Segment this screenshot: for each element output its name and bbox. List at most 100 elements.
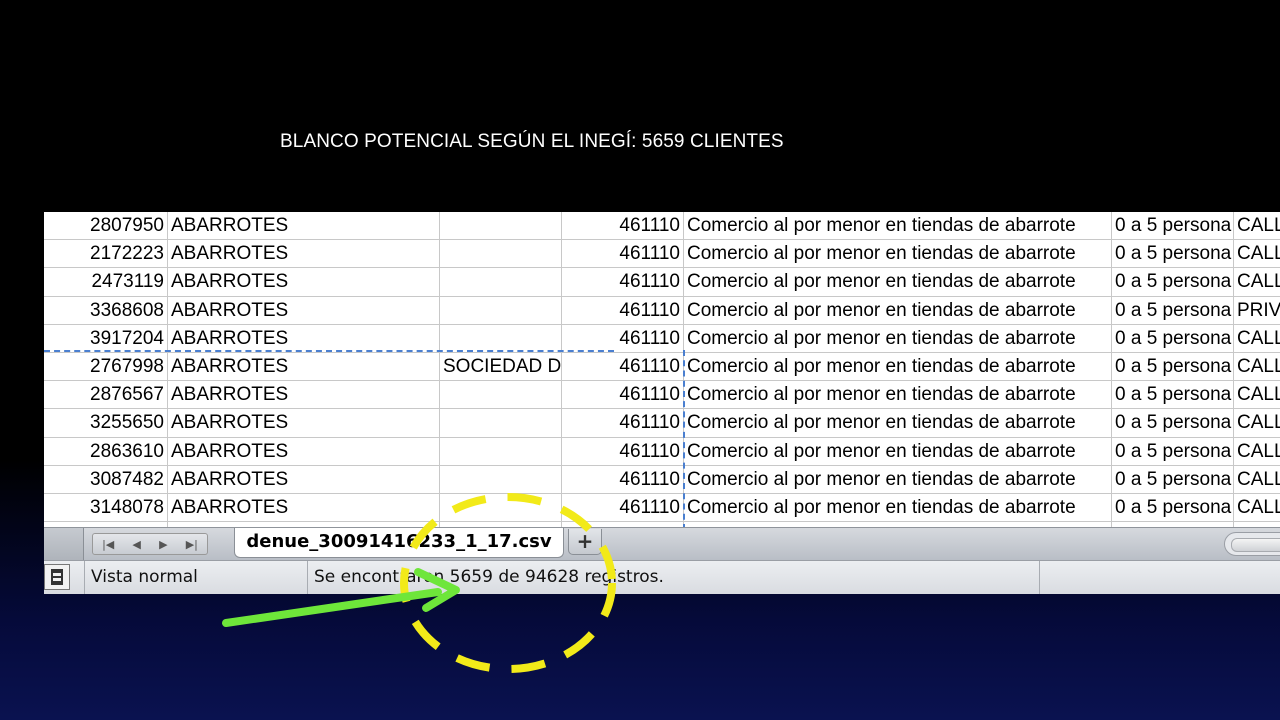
cell-id[interactable]: 3087482 [44,465,168,493]
table-row[interactable]: 2876567 ABARROTES 461110 Comercio al por me… [44,381,1280,410]
cell-employees[interactable]: 0 a 5 persona [1112,324,1234,352]
cell-company[interactable] [440,240,562,268]
cell-activity[interactable]: Comercio al por menor en tiendas de abar… [684,240,1112,268]
cell-code[interactable]: 461110 [562,494,684,522]
cell-employees[interactable]: 0 a 5 persona [1112,353,1234,381]
cell-id[interactable]: 3917204 [44,324,168,352]
cell-name[interactable]: ABARROTES [168,268,440,296]
cell-employees[interactable]: 0 a 5 persona [1112,268,1234,296]
table-row[interactable]: 2172223 ABARROTES 461110 Comercio al por me… [44,240,1280,269]
cell-name[interactable]: ABARROTES [168,465,440,493]
cell-employees[interactable]: 0 a 5 persona [1112,212,1234,240]
cell-road[interactable]: PRIV [1234,297,1280,324]
cell-road[interactable]: CALL [1234,268,1280,295]
cell-road[interactable]: CALL [1234,438,1280,465]
cell-activity[interactable]: Comercio al por menor en tiendas de abar… [684,268,1112,296]
cell-code[interactable]: 461110 [562,409,684,437]
cell-road[interactable]: CALL [1234,494,1280,521]
cell-name[interactable]: ABARROTES [168,353,440,381]
cell-company[interactable] [440,381,562,409]
cell-company[interactable] [440,296,562,324]
cell-id[interactable]: 3368608 [44,296,168,324]
cell-name[interactable]: ABARROTES [168,381,440,409]
view-mode-label[interactable]: Vista normal [84,561,308,594]
cell-employees[interactable]: 0 a 5 persona [1112,409,1234,437]
table-row[interactable]: 3255650 ABARROTES 461110 Comercio al por me… [44,409,1280,438]
cell-road[interactable]: CALL [1234,381,1280,408]
cell-name[interactable]: ABARROTES [168,437,440,465]
cell-road[interactable]: CALL [1234,353,1280,380]
cell-road[interactable]: CALL [1234,212,1280,239]
table-row[interactable]: 3917204 ABARROTES 461110 Comercio al por me… [44,324,1280,353]
cell-code[interactable]: 461110 [562,465,684,493]
cell-id[interactable]: 3255650 [44,409,168,437]
cell-activity[interactable]: Comercio al por menor en tiendas de abar… [684,353,1112,381]
table-row[interactable]: 3087482 ABARROTES 461110 Comercio al por me… [44,465,1280,494]
cell-company[interactable] [440,212,562,240]
cell-code[interactable]: 461110 [562,437,684,465]
cell-road[interactable]: CALL [1234,409,1280,436]
cell-company[interactable] [440,494,562,522]
spreadsheet-grid[interactable]: 2807950 ABARROTES 461110 Comercio al por me… [44,212,1280,527]
cell-activity[interactable]: Comercio al por menor en tiendas de abar… [684,296,1112,324]
cell-name[interactable]: ABARROTES [168,212,440,240]
sheet-nav-first-icon[interactable]: |◀ [102,538,114,551]
sheet-nav-prev-icon[interactable]: ◀ [132,538,140,551]
table-row[interactable]: 2863610 ABARROTES 461110 Comercio al por me… [44,437,1280,466]
table-row[interactable]: 3368608 ABARROTES 461110 Comercio al por me… [44,296,1280,325]
sheet-tab[interactable]: denue_30091416233_1_17.csv [234,528,564,558]
cell-id[interactable]: 2473119 [44,268,168,296]
cell-id[interactable]: 2172223 [44,240,168,268]
cell-company[interactable] [440,409,562,437]
page-layout-icon[interactable] [44,564,70,590]
cell-company[interactable] [440,465,562,493]
scrollbar-thumb[interactable] [1231,538,1280,552]
cell-id[interactable]: 2876567 [44,381,168,409]
cell-employees[interactable]: 0 a 5 persona [1112,240,1234,268]
cell-activity[interactable]: Comercio al por menor en tiendas de abar… [684,324,1112,352]
cell-code[interactable]: 461110 [562,296,684,324]
cell-activity[interactable]: Comercio al por menor en tiendas de abar… [684,494,1112,522]
cell-code[interactable]: 461110 [562,212,684,240]
cell-road[interactable]: CALL [1234,466,1280,493]
cell-id[interactable]: 3148078 [44,494,168,522]
cell-company[interactable]: SOCIEDAD DI [440,353,562,381]
cell-road[interactable]: CALL [1234,325,1280,352]
cell-id[interactable]: 2807950 [44,212,168,240]
add-sheet-button[interactable]: + [568,529,602,555]
cell-name[interactable]: ABARROTES [168,324,440,352]
cell-code[interactable]: 461110 [562,268,684,296]
cell-employees[interactable]: 0 a 5 persona [1112,296,1234,324]
cell-name[interactable]: ABARROTES [168,240,440,268]
cell-employees[interactable]: 0 a 5 persona [1112,465,1234,493]
cell-id[interactable]: 2863610 [44,437,168,465]
cell-activity[interactable]: Comercio al por menor en tiendas de abar… [684,437,1112,465]
sheet-nav-box [44,528,84,561]
cell-activity[interactable]: Comercio al por menor en tiendas de abar… [684,465,1112,493]
cell-activity[interactable]: Comercio al por menor en tiendas de abar… [684,212,1112,240]
table-row[interactable]: 2473119 ABARROTES 461110 Comercio al por me… [44,268,1280,297]
cell-name[interactable]: ABARROTES [168,409,440,437]
horizontal-scrollbar[interactable] [1224,532,1280,556]
sheet-nav-next-icon[interactable]: ▶ [159,538,167,551]
table-row[interactable]: 3148078 ABARROTES 461110 Comercio al por me… [44,494,1280,523]
table-row[interactable]: 2767998 ABARROTES SOCIEDAD DI 461110 Comerci… [44,353,1280,382]
cell-activity[interactable]: Comercio al por menor en tiendas de abar… [684,381,1112,409]
cell-company[interactable] [440,268,562,296]
cell-activity[interactable]: Comercio al por menor en tiendas de abar… [684,409,1112,437]
cell-road[interactable]: CALL [1234,240,1280,267]
cell-id[interactable]: 2767998 [44,353,168,381]
cell-company[interactable] [440,324,562,352]
cell-company[interactable] [440,437,562,465]
cell-code[interactable]: 461110 [562,381,684,409]
cell-code[interactable]: 461110 [562,240,684,268]
cell-name[interactable]: ABARROTES [168,296,440,324]
cell-employees[interactable]: 0 a 5 persona [1112,437,1234,465]
cell-code[interactable]: 461110 [562,353,684,381]
table-row[interactable]: 2807950 ABARROTES 461110 Comercio al por me… [44,212,1280,241]
cell-name[interactable]: ABARROTES [168,494,440,522]
cell-employees[interactable]: 0 a 5 persona [1112,494,1234,522]
cell-code[interactable]: 461110 [562,324,684,352]
sheet-nav-last-icon[interactable]: ▶| [186,538,198,551]
cell-employees[interactable]: 0 a 5 persona [1112,381,1234,409]
